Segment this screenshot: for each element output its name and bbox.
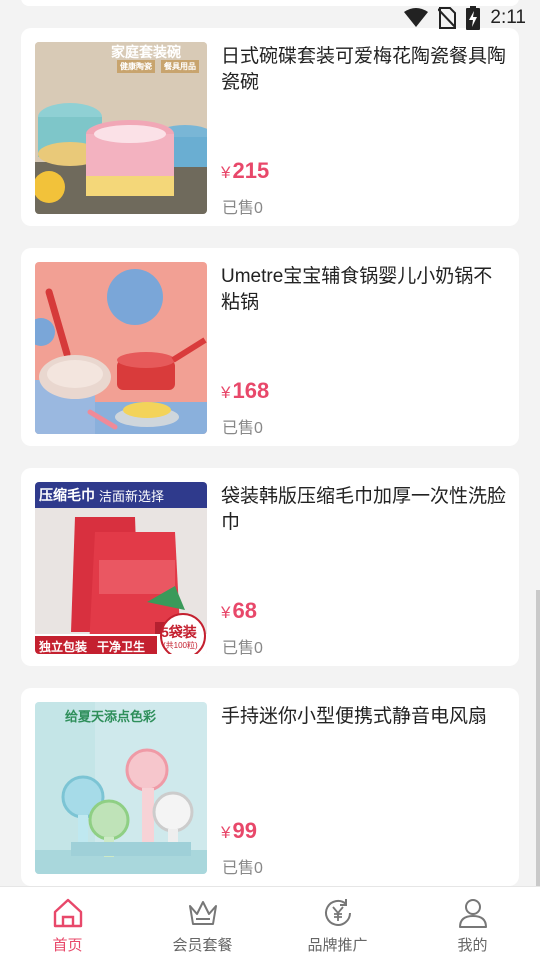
product-card[interactable]: 家庭套装碗 健康陶瓷 餐具用品 日式碗碟套装可爱梅花陶瓷餐具陶瓷碗 ¥ 215 …	[21, 28, 519, 226]
sold-count: 已售0	[222, 860, 263, 877]
product-price: ¥ 68	[221, 598, 257, 624]
home-icon	[53, 898, 82, 928]
price-value: 99	[232, 818, 257, 843]
scrollbar[interactable]	[536, 590, 540, 886]
product-card[interactable]: 压缩毛巾 洁面新选择 独立包装 干净卫生 5袋装 (共100粒) 袋装韩版压缩毛…	[21, 468, 519, 666]
currency-symbol: ¥	[221, 823, 231, 842]
currency-symbol: ¥	[221, 163, 231, 182]
currency-symbol: ¥	[221, 383, 231, 402]
tab-brand-promo[interactable]: 品牌推广	[270, 887, 405, 960]
image-caption: 给夏天添点色彩	[65, 709, 157, 724]
product-image[interactable]	[35, 262, 207, 434]
tab-mine[interactable]: 我的	[405, 887, 540, 960]
wifi-icon	[404, 8, 429, 27]
user-icon	[458, 899, 487, 928]
status-bar: 2:11	[340, 0, 540, 36]
image-caption: 压缩毛巾	[39, 487, 95, 503]
image-caption: 健康陶瓷	[117, 60, 155, 73]
product-title[interactable]: 手持迷你小型便携式静音电风扇	[221, 704, 506, 730]
product-image[interactable]: 给夏天添点色彩	[35, 702, 207, 874]
image-caption: 洁面新选择	[99, 489, 165, 504]
product-image[interactable]: 家庭套装碗 健康陶瓷 餐具用品	[35, 42, 207, 214]
image-caption: (共100粒)	[163, 641, 198, 650]
image-caption: 5袋装	[161, 624, 197, 640]
product-price: ¥ 99	[221, 818, 257, 844]
tab-label: 我的	[457, 937, 488, 954]
tab-label: 会员套餐	[172, 937, 233, 954]
yen-refresh-icon	[324, 899, 351, 926]
sold-count: 已售0	[222, 420, 263, 437]
no-sim-icon	[438, 7, 457, 29]
bottom-tab-bar: 首页 会员套餐 品牌推广 我的	[0, 886, 540, 960]
product-title[interactable]: 日式碗碟套装可爱梅花陶瓷餐具陶瓷碗	[221, 44, 506, 96]
tab-label: 首页	[52, 937, 83, 954]
currency-symbol: ¥	[221, 603, 231, 622]
price-value: 168	[232, 378, 270, 403]
crown-icon	[188, 901, 217, 925]
product-title[interactable]: 袋装韩版压缩毛巾加厚一次性洗脸巾	[221, 484, 506, 536]
price-value: 215	[232, 158, 270, 183]
product-price: ¥ 168	[221, 378, 269, 404]
product-card[interactable]: Umetre宝宝辅食锅婴儿小奶锅不粘锅 ¥ 168 已售0	[21, 248, 519, 446]
image-caption: 家庭套装碗	[111, 44, 181, 60]
tab-home[interactable]: 首页	[0, 887, 135, 960]
product-image[interactable]: 压缩毛巾 洁面新选择 独立包装 干净卫生 5袋装 (共100粒)	[35, 482, 207, 654]
image-caption: 独立包装	[39, 640, 88, 654]
product-card[interactable]: 给夏天添点色彩 手持迷你小型便携式静音电风扇 ¥ 99 已售0	[21, 688, 519, 886]
product-title[interactable]: Umetre宝宝辅食锅婴儿小奶锅不粘锅	[221, 264, 506, 316]
sold-count: 已售0	[222, 200, 263, 217]
battery-charging-icon	[466, 6, 481, 30]
image-caption: 干净卫生	[97, 640, 146, 654]
product-price: ¥ 215	[221, 158, 269, 184]
clock: 2:11	[490, 7, 526, 28]
tab-label: 品牌推广	[307, 937, 368, 954]
image-caption: 餐具用品	[161, 60, 199, 73]
sold-count: 已售0	[222, 640, 263, 657]
tab-membership[interactable]: 会员套餐	[135, 887, 270, 960]
price-value: 68	[232, 598, 257, 623]
